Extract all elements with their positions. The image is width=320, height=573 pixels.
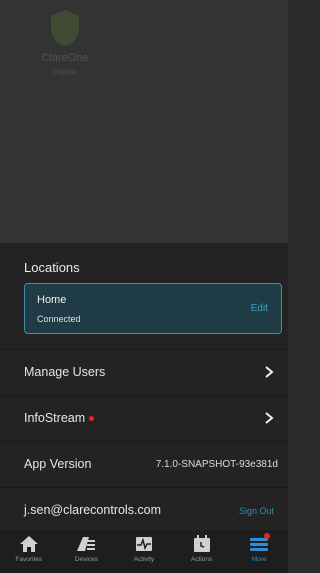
bottom-tab-bar: Favorites Devices Activity Actions More (0, 530, 288, 573)
devices-icon (77, 537, 96, 551)
location-name: Home (37, 294, 67, 306)
infostream-label: InfoStream (24, 411, 95, 425)
tab-label: Activity (133, 556, 155, 563)
app-version-label: App Version (24, 457, 92, 471)
account-email: j.sen@clarecontrols.com (24, 503, 162, 517)
notification-badge (264, 533, 271, 539)
tab-actions[interactable]: Actions (173, 530, 231, 573)
manage-users-label: Manage Users (24, 365, 106, 379)
activity-icon (135, 537, 152, 551)
brand-name: ClareOne (41, 52, 89, 64)
more-panel: Locations Home Connected Edit Manage Use… (0, 243, 288, 530)
brand-sub: Home (52, 67, 77, 77)
locations-title: Locations (24, 260, 80, 275)
tab-more[interactable]: More (230, 530, 288, 573)
chevron-right-icon (265, 412, 274, 424)
sign-out-button[interactable]: Sign Out (239, 506, 274, 516)
brand-logo: ClareOne Home (30, 8, 100, 98)
tab-activity[interactable]: Activity (115, 530, 173, 573)
app-version-row: App Version 7.1.0-SNAPSHOT-93e381d (0, 441, 288, 487)
notification-dot (89, 416, 95, 422)
tab-label: Favorites (15, 556, 43, 563)
shield-icon (51, 10, 79, 46)
infostream-row[interactable]: InfoStream (0, 395, 288, 441)
app-version-value: 7.1.0-SNAPSHOT-93e381d (155, 459, 278, 470)
dimmed-background[interactable]: ClareOne Home (0, 0, 288, 243)
account-row: j.sen@clarecontrols.com Sign Out (0, 487, 288, 533)
tab-devices[interactable]: Devices (58, 530, 116, 573)
infostream-text: InfoStream (24, 411, 86, 425)
home-icon (19, 536, 38, 552)
manage-users-row[interactable]: Manage Users (0, 349, 288, 395)
tab-label: Actions (190, 556, 213, 563)
location-card-home[interactable]: Home Connected Edit (24, 283, 282, 334)
tab-label: Devices (74, 556, 98, 563)
calendar-icon (193, 535, 210, 552)
tab-label: More (251, 556, 267, 563)
location-status: Connected (37, 314, 81, 324)
chevron-right-icon (265, 366, 274, 378)
tab-favorites[interactable]: Favorites (0, 530, 58, 573)
location-edit-button[interactable]: Edit (251, 303, 268, 314)
